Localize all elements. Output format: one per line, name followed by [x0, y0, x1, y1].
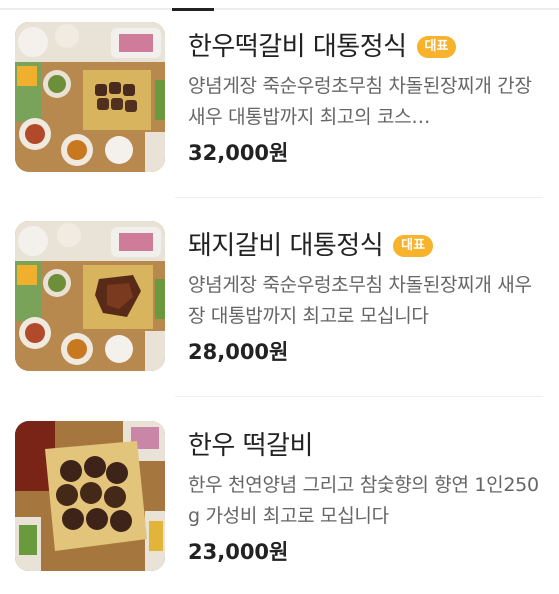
- menu-item-price: 32,000원: [188, 141, 289, 165]
- menu-item-description: 양념게장 죽순우렁초무침 차돌된장찌개 새우장 대통밥까지 최고로 모십니다: [188, 274, 532, 327]
- tab-bar-divider: [0, 8, 559, 10]
- menu-photo: [15, 221, 165, 371]
- signature-badge: 대표: [416, 36, 457, 58]
- item-divider: [175, 197, 543, 198]
- menu-item-pork-galbi-set[interactable]: 돼지갈비 대통정식 대표 양념게장 죽순우렁초무침 차돌된장찌개 새우장 대통밥…: [15, 221, 543, 373]
- menu-photo: [15, 22, 165, 172]
- item-divider: [175, 396, 543, 397]
- menu-item-name: 한우떡갈비 대통정식: [188, 32, 407, 62]
- menu-item-price: 23,000원: [188, 540, 289, 564]
- menu-item-hanwoo-tteokgalbi-set[interactable]: 한우떡갈비 대통정식 대표 양념게장 죽순우렁초무침 차돌된장찌개 간장새우 대…: [15, 22, 543, 174]
- menu-item-name: 한우 떡갈비: [188, 431, 313, 461]
- signature-badge: 대표: [393, 235, 434, 257]
- active-tab-indicator: [172, 8, 214, 11]
- menu-item-description: 양념게장 죽순우렁초무침 차돌된장찌개 간장새우 대통밥까지 최고의 코스…: [188, 75, 532, 128]
- menu-item-hanwoo-tteokgalbi[interactable]: 한우 떡갈비 한우 천연양념 그리고 참숯향의 향연 1인250g 가성비 최고…: [15, 421, 543, 573]
- menu-item-name: 돼지갈비 대통정식: [188, 231, 384, 261]
- menu-photo: [15, 421, 165, 571]
- menu-item-price: 28,000원: [188, 340, 289, 364]
- menu-item-description: 한우 천연양념 그리고 참숯향의 향연 1인250g 가성비 최고로 모십니다: [188, 474, 539, 527]
